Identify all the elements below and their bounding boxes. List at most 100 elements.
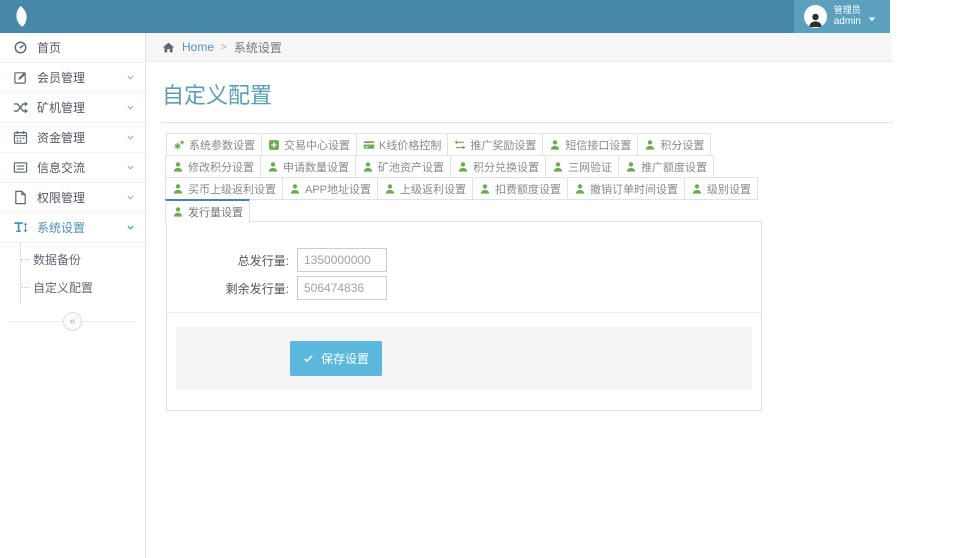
tab-fee-quota[interactable]: 扣费额度设置 <box>472 177 569 200</box>
chevron-down-icon <box>126 103 135 112</box>
form-divider <box>167 312 761 313</box>
user-icon <box>552 161 564 173</box>
sidebar: 首页 会员管理 矿机管理 资金管理 信息交流 权限管理 系统设置 数据备份 自定… <box>0 33 146 558</box>
remaining-issuance-row: 剩余发行量: <box>167 276 761 300</box>
sidebar-subitem-label: 自定义配置 <box>33 280 94 295</box>
tab-upper-rebate[interactable]: 上级返利设置 <box>377 177 474 200</box>
chevron-down-icon <box>126 133 135 142</box>
tab-apply-quantity[interactable]: 申请数量设置 <box>260 155 356 178</box>
avatar <box>803 5 827 28</box>
page-title: 自定义配置 <box>162 83 273 108</box>
save-settings-button[interactable]: 保存设置 <box>290 341 383 376</box>
user-icon <box>549 139 561 151</box>
sidebar-item-label: 矿机管理 <box>37 101 86 115</box>
tab-trade-center[interactable]: 交易中心设置 <box>261 133 357 156</box>
sidebar-item-permissions[interactable]: 权限管理 <box>0 183 145 213</box>
settings-tabs: 系统参数设置 交易中心设置 K线价格控制 推广奖励设置 短信接口设置 积分设置 … <box>165 133 762 223</box>
tab-label: 矿池资产设置 <box>378 161 444 174</box>
chevron-down-icon <box>126 193 135 202</box>
tab-label: 交易中心设置 <box>284 139 350 152</box>
message-icon <box>13 160 28 175</box>
user-icon <box>625 161 637 173</box>
sidebar-item-system-settings[interactable]: 系统设置 <box>0 213 145 243</box>
tab-label: 三网验证 <box>568 161 612 174</box>
check-icon <box>303 353 314 364</box>
cogs-icon <box>173 139 185 151</box>
user-icon <box>172 206 184 218</box>
tab-label: 系统参数设置 <box>189 139 255 152</box>
sidebar-item-label: 首页 <box>37 41 62 55</box>
breadcrumb-home-link[interactable]: Home <box>182 40 214 54</box>
tab-app-address[interactable]: APP地址设置 <box>282 177 379 200</box>
tab-label: APP地址设置 <box>305 183 372 196</box>
tab-label: 上级返利设置 <box>400 183 467 196</box>
title-separator <box>162 122 892 123</box>
sidebar-item-label: 信息交流 <box>37 161 86 175</box>
user-icon <box>644 139 656 151</box>
tab-label: K线价格控制 <box>379 139 442 152</box>
sidebar-item-label: 权限管理 <box>37 191 86 205</box>
user-icon <box>457 161 469 173</box>
settings-portlet: 系统参数设置 交易中心设置 K线价格控制 推广奖励设置 短信接口设置 积分设置 … <box>165 133 762 411</box>
logo[interactable] <box>10 5 44 28</box>
user-menu[interactable]: 管理员 admin <box>793 0 890 33</box>
tab-promo-reward[interactable]: 推广奖励设置 <box>447 133 544 156</box>
tab-buy-coin-rebate[interactable]: 买币上级返利设置 <box>165 177 283 200</box>
user-icon <box>289 183 301 195</box>
content-area: Home > 系统设置 自定义配置 系统参数设置 交易中心设置 K线价格控制 推… <box>146 33 892 558</box>
sidebar-collapse-row: « <box>0 307 145 337</box>
tab-system-params[interactable]: 系统参数设置 <box>166 133 262 156</box>
tab-edit-points[interactable]: 修改积分设置 <box>165 155 261 178</box>
user-icon <box>267 161 279 173</box>
tab-level-settings[interactable]: 级别设置 <box>684 177 759 200</box>
remaining-issuance-input[interactable] <box>297 276 387 300</box>
sidebar-item-label: 系统设置 <box>37 221 86 235</box>
sidebar-item-messages[interactable]: 信息交流 <box>0 153 145 183</box>
user-icon <box>691 183 703 195</box>
tab-sms-api[interactable]: 短信接口设置 <box>542 133 639 156</box>
tab-issuance-settings[interactable]: 发行量设置 <box>165 199 250 223</box>
user-icon <box>362 161 374 173</box>
user-icon <box>172 161 184 173</box>
tab-label: 买币上级返利设置 <box>188 183 276 196</box>
tab-label: 扣费额度设置 <box>495 183 562 196</box>
tab-points[interactable]: 积分设置 <box>637 133 712 156</box>
sidebar-item-members[interactable]: 会员管理 <box>0 63 145 93</box>
plus-square-icon <box>268 139 280 151</box>
admin-app: 管理员 admin 首页 会员管理 矿机管理 资金管理 信息交流 权限管理 系统… <box>0 0 892 558</box>
tab-label: 推广奖励设置 <box>470 139 537 152</box>
sidebar-subitem-data-backup[interactable]: 数据备份 <box>21 245 145 273</box>
user-name: admin <box>833 15 861 27</box>
sidebar-subitem-custom-config[interactable]: 自定义配置 <box>21 273 145 301</box>
home-icon <box>162 41 175 54</box>
tab-kline-price[interactable]: K线价格控制 <box>356 133 449 156</box>
caret-down-icon <box>868 15 876 23</box>
remaining-issuance-label: 剩余发行量: <box>225 281 289 296</box>
tab-label: 发行量设置 <box>188 206 243 219</box>
save-button-label: 保存设置 <box>321 352 370 366</box>
user-icon <box>172 183 184 195</box>
sidebar-item-funds[interactable]: 资金管理 <box>0 123 145 153</box>
tab-pool-assets[interactable]: 矿池资产设置 <box>355 155 451 178</box>
issuance-settings-panel: 总发行量: 剩余发行量: 保存设置 <box>166 221 762 411</box>
tab-label: 积分设置 <box>660 139 705 152</box>
tab-cancel-order-time[interactable]: 撤销订单时间设置 <box>567 177 686 200</box>
breadcrumb: Home > 系统设置 <box>146 33 892 62</box>
user-role: 管理员 <box>833 5 861 16</box>
sidebar-collapse-toggle[interactable]: « <box>63 312 82 331</box>
sidebar-item-miners[interactable]: 矿机管理 <box>0 93 145 123</box>
total-issuance-label: 总发行量: <box>237 253 289 268</box>
exchange-icon <box>454 139 466 151</box>
total-issuance-input[interactable] <box>297 248 387 272</box>
sidebar-item-home[interactable]: 首页 <box>0 33 145 63</box>
dashboard-icon <box>13 40 28 55</box>
tab-label: 推广额度设置 <box>641 161 707 174</box>
tab-points-exchange[interactable]: 积分兑换设置 <box>450 155 546 178</box>
sidebar-item-label: 资金管理 <box>37 131 86 145</box>
chevron-down-icon <box>126 73 135 82</box>
tab-label: 积分兑换设置 <box>473 161 539 174</box>
tab-promo-quota[interactable]: 推广额度设置 <box>618 155 714 178</box>
tab-label: 级别设置 <box>707 183 752 196</box>
tab-three-net-verify[interactable]: 三网验证 <box>545 155 619 178</box>
tab-label: 短信接口设置 <box>565 139 632 152</box>
